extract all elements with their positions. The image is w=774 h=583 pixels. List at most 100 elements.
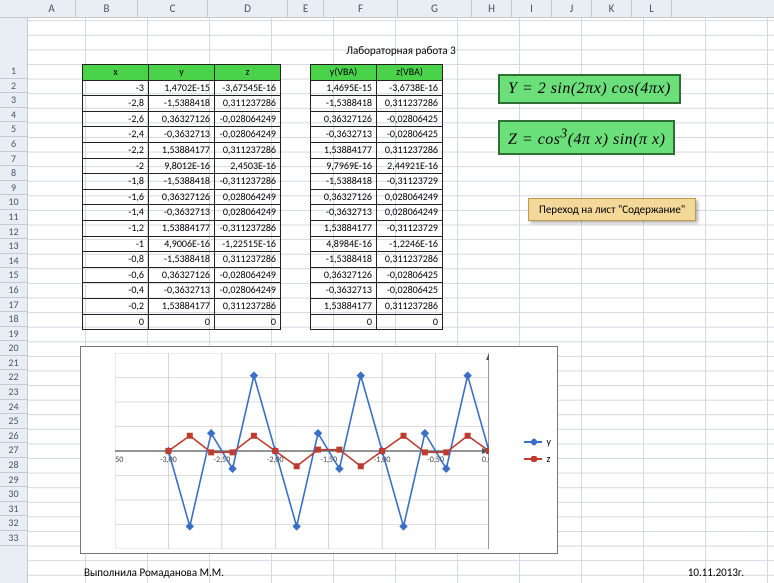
table-row: 00 <box>311 314 443 330</box>
table-row: -14,9006E-16-1,22515E-16 <box>83 236 281 252</box>
row-header-27[interactable]: 27 <box>0 443 27 458</box>
col-header-K[interactable]: K <box>592 0 632 18</box>
col-header-G[interactable]: G <box>398 0 472 18</box>
row-header-33[interactable]: 33 <box>0 531 27 546</box>
row-header-5[interactable]: 5 <box>0 122 27 137</box>
row-header-12[interactable]: 12 <box>0 225 27 240</box>
legend-label-z: z <box>546 452 550 465</box>
row-header-9[interactable]: 9 <box>0 181 27 196</box>
table-row: -0,60,36327126-0,028064249 <box>83 267 281 283</box>
table-row: 0,363271260,028064249 <box>311 189 443 205</box>
col-header-I[interactable]: I <box>512 0 552 18</box>
table-row: 0,36327126-0,02806425 <box>311 267 443 283</box>
row-header-2[interactable]: 2 <box>0 79 27 94</box>
row-header-30[interactable]: 30 <box>0 487 27 502</box>
row-header-16[interactable]: 16 <box>0 283 27 298</box>
row-header-4[interactable]: 4 <box>0 108 27 123</box>
col-header-L[interactable]: L <box>632 0 672 18</box>
row-header-11[interactable]: 11 <box>0 210 27 225</box>
table-row: -0,8-1,53884180,311237286 <box>83 252 281 268</box>
col-header-E[interactable]: E <box>288 0 324 18</box>
table-row: -1,4-0,36327130,028064249 <box>83 205 281 221</box>
table-row: 1,4695E-15-3,6738E-16 <box>311 80 443 96</box>
row-header-31[interactable]: 31 <box>0 502 27 517</box>
row-header-7[interactable]: 7 <box>0 152 27 167</box>
table-row: -1,8-1,5388418-0,311237286 <box>83 174 281 190</box>
table-row: 1,53884177-0,31123729 <box>311 220 443 236</box>
table-row: 1,538841770,311237286 <box>311 298 443 314</box>
row-header-1[interactable]: 1 <box>0 64 27 79</box>
table-row: 9,7969E-162,44921E-16 <box>311 158 443 174</box>
footer-date: 10.11.2013г. <box>688 566 744 579</box>
table-row: -2,21,538841770,311237286 <box>83 142 281 158</box>
row-header-13[interactable]: 13 <box>0 239 27 254</box>
table-row: -2,60,36327126-0,028064249 <box>83 111 281 127</box>
row-header-19[interactable]: 19 <box>0 327 27 342</box>
goto-contents-button[interactable]: Переход на лист "Содержание" <box>528 198 696 221</box>
col-header-H[interactable]: H <box>472 0 512 18</box>
svg-text:-3,50: -3,50 <box>115 455 123 465</box>
table-row: -0,3632713-0,02806425 <box>311 127 443 143</box>
row-header-21[interactable]: 21 <box>0 356 27 371</box>
table-vba: y(VBA)z(VBA)1,4695E-15-3,6738E-16-1,5388… <box>310 64 443 330</box>
col-header-F[interactable]: F <box>324 0 398 18</box>
row-header-8[interactable]: 8 <box>0 166 27 181</box>
svg-text:-1,00: -1,00 <box>374 455 391 465</box>
row-header-18[interactable]: 18 <box>0 312 27 327</box>
formula-y-box: Y = 2 sin(2πx) cos(4πx) <box>498 74 681 104</box>
formula-z-box: Z = cos3(4π x) sin(π x) <box>498 120 675 155</box>
table-row: -0,3632713-0,02806425 <box>311 283 443 299</box>
col-y: y <box>149 65 215 81</box>
formula-y-text: Y = 2 sin(2πx) cos(4πx) <box>508 80 671 97</box>
col-header-B[interactable]: B <box>76 0 138 18</box>
row-header-32[interactable]: 32 <box>0 516 27 531</box>
table-xyz: xyz-31,4702E-15-3,67545E-16-2,8-1,538841… <box>82 64 281 330</box>
col-header-D[interactable]: D <box>208 0 288 18</box>
row-header-23[interactable]: 23 <box>0 385 27 400</box>
row-header-6[interactable]: 6 <box>0 137 27 152</box>
row-header-3[interactable]: 3 <box>0 93 27 108</box>
col-y(VBA): y(VBA) <box>311 65 377 81</box>
row-header-29[interactable]: 29 <box>0 473 27 488</box>
table-row: -31,4702E-15-3,67545E-16 <box>83 80 281 96</box>
col-header-J[interactable]: J <box>552 0 592 18</box>
row-header-25[interactable]: 25 <box>0 414 27 429</box>
row-header-15[interactable]: 15 <box>0 268 27 283</box>
table-row: -29,8012E-162,4503E-16 <box>83 158 281 174</box>
legend-marker-y <box>524 441 542 443</box>
worksheet[interactable]: Лабораторная работа 3 xyz-31,4702E-15-3,… <box>28 18 774 583</box>
svg-text:0,00: 0,00 <box>482 455 489 465</box>
chart-legend: y z <box>524 431 551 469</box>
row-header-24[interactable]: 24 <box>0 400 27 415</box>
table-row: 1,538841770,311237286 <box>311 142 443 158</box>
col-header-C[interactable]: C <box>138 0 208 18</box>
formula-z-text: Z = cos3(4π x) sin(π x) <box>508 131 665 148</box>
legend-marker-z <box>524 458 542 460</box>
page-title: Лабораторная работа 3 <box>28 44 774 57</box>
row-header-10[interactable]: 10 <box>0 195 27 210</box>
row-header-20[interactable]: 20 <box>0 341 27 356</box>
table-row: -0,4-0,3632713-0,028064249 <box>83 283 281 299</box>
table-row: -2,4-0,3632713-0,028064249 <box>83 127 281 143</box>
row-header-22[interactable]: 22 <box>0 370 27 385</box>
svg-text:-3,00: -3,00 <box>160 455 177 465</box>
table-row: -1,53884180,311237286 <box>311 96 443 112</box>
col-x: x <box>83 65 149 81</box>
table-row: 4,8984E-16-1,2246E-16 <box>311 236 443 252</box>
column-headers: ABCDEFGHIJKL <box>0 0 774 18</box>
col-header-A[interactable]: A <box>28 0 76 18</box>
row-header-28[interactable]: 28 <box>0 458 27 473</box>
col-z(VBA): z(VBA) <box>377 65 443 81</box>
table-row: -2,8-1,53884180,311237286 <box>83 96 281 112</box>
chart[interactable]: -3,50-3,00-2,50-2,00-1,50-1,00-0,500,00-… <box>80 346 558 554</box>
row-header-17[interactable]: 17 <box>0 298 27 313</box>
chart-plot-area: -3,50-3,00-2,50-2,00-1,50-1,00-0,500,00-… <box>115 353 489 549</box>
row-header-14[interactable]: 14 <box>0 254 27 269</box>
footer-author: Выполнила Ромаданова М.М. <box>84 566 224 579</box>
svg-text:-2,00: -2,00 <box>267 455 284 465</box>
row-headers: 1234567891011121314151617181920212223242… <box>0 18 28 583</box>
row-header-26[interactable]: 26 <box>0 429 27 444</box>
legend-label-y: y <box>546 435 551 448</box>
table-row: 0,36327126-0,02806425 <box>311 111 443 127</box>
table-row: -1,60,363271260,028064249 <box>83 189 281 205</box>
